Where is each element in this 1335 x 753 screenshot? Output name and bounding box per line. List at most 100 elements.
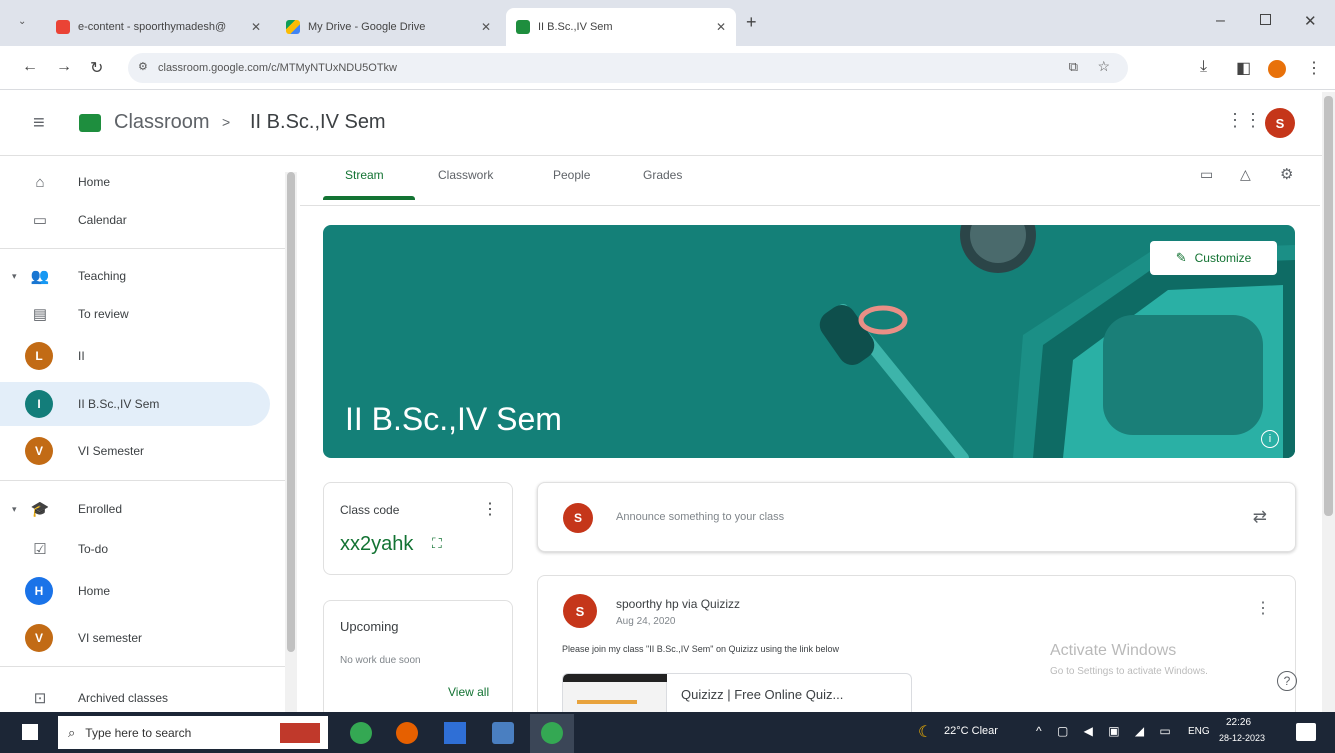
forward-icon[interactable]: → <box>56 58 72 76</box>
class-code-label: Class code <box>340 503 400 517</box>
new-tab-button[interactable]: + <box>746 12 757 33</box>
announce-box[interactable]: S Announce something to your class ⇄ <box>537 482 1296 552</box>
browser-tab-drive[interactable]: My Drive - Google Drive ✕ <box>276 8 501 46</box>
browser-tab-gmail[interactable]: e-content - spoorthymadesh@ ✕ <box>46 8 271 46</box>
fullscreen-icon[interactable]: ⛶ <box>432 535 442 552</box>
app-name[interactable]: Classroom <box>114 111 210 134</box>
activate-windows-subtitle: Go to Settings to activate Windows. <box>1050 666 1208 677</box>
bookmark-star-icon[interactable]: ☆ <box>1097 58 1110 75</box>
more-options-icon[interactable]: ⋮ <box>482 499 498 519</box>
address-bar[interactable]: ⚙ classroom.google.com/c/MTMyNTUxNDU5OTk… <box>128 53 1128 83</box>
close-tab-icon[interactable]: ✕ <box>481 20 491 34</box>
reload-icon[interactable]: ↻ <box>90 58 103 78</box>
tab-search-icon[interactable]: ⌄ <box>18 16 26 27</box>
class-breadcrumb[interactable]: II B.Sc.,IV Sem <box>250 111 386 134</box>
download-icon[interactable]: ⤓ <box>1200 58 1207 76</box>
app-taskbar-icon[interactable] <box>444 722 466 744</box>
clock-date[interactable]: 28-12-2023 <box>1219 733 1265 743</box>
tab-classwork[interactable]: Classwork <box>438 168 493 182</box>
back-icon[interactable]: ← <box>22 58 38 76</box>
chrome-taskbar-icon[interactable] <box>541 722 563 744</box>
file-explorer-taskbar-icon[interactable] <box>492 722 514 744</box>
close-tab-icon[interactable]: ✕ <box>251 20 261 34</box>
class-avatar: V <box>25 624 53 652</box>
sidebar-item-class-bsc-iv-sem[interactable]: I II B.Sc.,IV Sem <box>0 382 270 426</box>
scrollbar-thumb[interactable] <box>287 172 295 652</box>
class-avatar: V <box>25 437 53 465</box>
classroom-logo-icon[interactable] <box>79 114 101 132</box>
sidebar-item-class-vi-semester[interactable]: V VI Semester <box>0 429 270 473</box>
firefox-taskbar-icon[interactable] <box>396 722 418 744</box>
system-tray-icons[interactable]: ^ ▢ ◀ ▣ ◢ ▭ <box>1036 724 1177 738</box>
post-author-avatar: S <box>563 594 597 628</box>
repost-icon[interactable]: ⇄ <box>1253 507 1267 527</box>
sidebar-item-to-review[interactable]: ▤ To review <box>0 292 270 336</box>
announce-placeholder[interactable]: Announce something to your class <box>616 511 784 523</box>
browser-tab-classroom[interactable]: II B.Sc.,IV Sem ✕ <box>506 8 736 46</box>
sidebar-divider <box>0 666 285 667</box>
customize-button[interactable]: ✎ Customize <box>1150 241 1277 275</box>
page-scrollbar[interactable] <box>1322 92 1335 712</box>
tab-stream[interactable]: Stream <box>345 168 384 182</box>
calendar-icon[interactable]: ▭ <box>1200 166 1213 183</box>
url-text: classroom.google.com/c/MTMyNTUxNDU5OTkw <box>158 62 397 74</box>
taskbar-search[interactable]: ⌕ Type here to search <box>58 716 328 749</box>
install-app-icon[interactable]: ⧉ <box>1069 59 1078 75</box>
post-more-options-icon[interactable]: ⋮ <box>1255 598 1271 618</box>
stream-post: S spoorthy hp via Quizizz Aug 24, 2020 ⋮… <box>537 575 1296 713</box>
pencil-icon: ✎ <box>1175 250 1187 265</box>
collapse-caret-icon[interactable]: ▾ <box>12 271 17 282</box>
weather-text[interactable]: 22°C Clear <box>944 725 998 737</box>
upcoming-card: Upcoming No work due soon View all <box>323 600 513 712</box>
tab-grades[interactable]: Grades <box>643 168 682 182</box>
weather-moon-icon: ☾ <box>918 724 933 741</box>
collapse-caret-icon[interactable]: ▾ <box>12 504 17 515</box>
help-icon[interactable]: ? <box>1277 671 1297 691</box>
windows-start-icon[interactable] <box>22 724 38 740</box>
calendar-icon: ▭ <box>32 212 48 229</box>
close-window-icon[interactable]: ✕ <box>1304 12 1317 30</box>
user-avatar: S <box>563 503 593 533</box>
taskbar-search-placeholder: Type here to search <box>85 725 192 740</box>
sidebar-scrollbar[interactable] <box>285 172 297 712</box>
quiz-attachment[interactable]: Quizizz | Free Online Quiz... <box>562 673 912 713</box>
chrome-taskbar-icon[interactable] <box>350 722 372 744</box>
upcoming-empty-text: No work due soon <box>340 655 421 666</box>
sidebar-item-label: Home <box>78 175 111 189</box>
scrollbar-thumb[interactable] <box>1324 96 1333 516</box>
clock-time[interactable]: 22:26 <box>1226 717 1251 728</box>
language-indicator[interactable]: ENG <box>1188 726 1210 737</box>
post-body: Please join my class "II B.Sc.,IV Sem" o… <box>562 644 840 654</box>
maximize-icon[interactable] <box>1260 14 1271 25</box>
customize-label: Customize <box>1194 251 1252 265</box>
main-menu-icon[interactable]: ≡ <box>33 112 45 135</box>
view-all-link[interactable]: View all <box>448 685 489 699</box>
sidebar-item-label: VI Semester <box>78 444 145 458</box>
sidebar-item-label: Home <box>78 584 111 598</box>
browser-menu-icon[interactable]: ⋮ <box>1306 58 1322 78</box>
attachment-thumbnail <box>563 674 667 713</box>
apps-grid-icon[interactable]: ⋮⋮ <box>1226 110 1262 131</box>
sidebar-item-enrolled[interactable]: ▾ 🎓 Enrolled <box>0 487 270 531</box>
profile-icon[interactable] <box>1268 60 1286 78</box>
post-author: spoorthy hp via Quizizz <box>616 597 741 611</box>
close-tab-icon[interactable]: ✕ <box>716 20 726 34</box>
settings-gear-icon[interactable]: ⚙ <box>1280 165 1293 183</box>
tab-people[interactable]: People <box>553 168 590 182</box>
sidebar-item-to-do[interactable]: ☑ To-do <box>0 527 270 571</box>
sidebar-item-class-vi-semester-2[interactable]: V VI semester <box>0 616 270 660</box>
sidebar-item-class-home[interactable]: H Home <box>0 569 270 613</box>
drive-folder-icon[interactable]: △ <box>1240 166 1251 183</box>
sidebar-item-label: To review <box>78 307 129 321</box>
minimize-icon[interactable]: – <box>1216 12 1225 30</box>
sidebar-item-class-ii[interactable]: L II <box>0 334 270 378</box>
info-icon[interactable]: i <box>1261 430 1279 448</box>
notifications-icon[interactable] <box>1296 723 1316 741</box>
sidebar-item-label: Teaching <box>78 269 127 283</box>
site-info-icon[interactable]: ⚙ <box>138 60 148 73</box>
user-avatar[interactable]: S <box>1265 108 1295 138</box>
search-icon: ⌕ <box>68 724 76 740</box>
side-panel-icon[interactable]: ◧ <box>1236 58 1251 78</box>
class-avatar: L <box>25 342 53 370</box>
sidebar-item-calendar[interactable]: ▭ Calendar <box>0 198 270 242</box>
